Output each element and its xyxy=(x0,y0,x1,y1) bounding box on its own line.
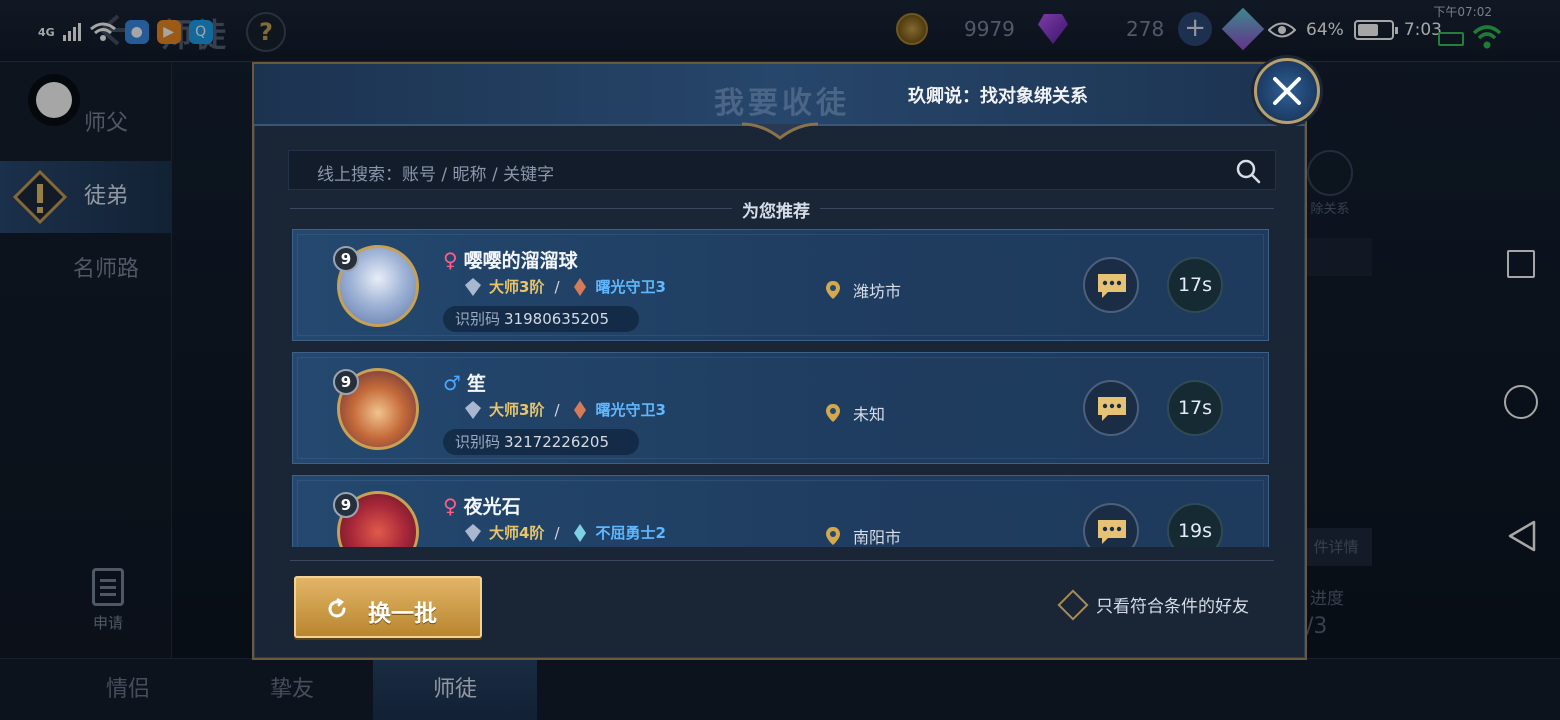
candidate-card[interactable]: 9 ♀ 夜光石 大师4阶 / 不屈勇士2 南阳市 19s xyxy=(292,475,1269,547)
refresh-icon xyxy=(328,598,346,618)
season-rank: 大师3阶 xyxy=(489,278,545,296)
id-number: 32172226205 xyxy=(504,433,609,451)
candidate-card[interactable]: 9 ♀ 嘤嘤的溜溜球 大师3阶 / 曙光守卫3 识别码 31980635205 潍… xyxy=(292,229,1269,341)
rank-badge-icon xyxy=(465,523,481,542)
search-bar[interactable]: 线上搜索：账号 / 昵称 / 关键字 xyxy=(288,150,1276,190)
player-name: 笙 xyxy=(466,373,486,395)
tier-badge-icon xyxy=(573,523,586,542)
recruit-apprentice-dialog: 我要收徒 玖卿说：找对象绑关系 线上搜索：账号 / 昵称 / 关键字 为您推荐 … xyxy=(252,58,1320,660)
header-ornament-icon xyxy=(742,122,818,140)
search-icon[interactable] xyxy=(1235,158,1261,184)
rank-separator: / xyxy=(554,277,560,296)
qualified-friends-filter[interactable]: 只看符合条件的好友 xyxy=(1057,588,1249,621)
recommend-heading: 为您推荐 xyxy=(732,197,820,222)
chat-button[interactable] xyxy=(1083,380,1139,436)
filter-label: 只看符合条件的好友 xyxy=(1096,597,1249,617)
male-icon: ♂ xyxy=(443,370,461,395)
level-badge: 9 xyxy=(333,246,359,272)
close-icon xyxy=(1273,77,1301,105)
location: 潍坊市 xyxy=(825,278,901,302)
filter-checkbox[interactable] xyxy=(1057,588,1089,621)
rank-row: 大师3阶 / 曙光守卫3 xyxy=(463,399,666,420)
rank-separator: / xyxy=(554,523,560,542)
rank-row: 大师4阶 / 不屈勇士2 xyxy=(463,522,666,543)
location-pin-icon xyxy=(826,281,840,299)
female-icon: ♀ xyxy=(443,493,458,518)
refresh-batch-button[interactable]: 换一批 xyxy=(294,576,482,638)
invite-timer[interactable]: 17s xyxy=(1167,380,1223,436)
peak-rank: 不屈勇士2 xyxy=(595,524,666,542)
season-rank: 大师4阶 xyxy=(489,524,545,542)
search-input[interactable]: 线上搜索：账号 / 昵称 / 关键字 xyxy=(317,160,554,185)
location-pin-icon xyxy=(826,404,840,422)
name-row: ♀ 嘤嘤的溜溜球 xyxy=(443,246,578,273)
refresh-batch-label: 换一批 xyxy=(368,601,437,627)
candidate-list[interactable]: 9 ♀ 嘤嘤的溜溜球 大师3阶 / 曙光守卫3 识别码 31980635205 潍… xyxy=(292,229,1272,547)
id-prefix: 识别码 xyxy=(455,310,501,328)
dialog-title: 我要收徒 xyxy=(714,86,850,121)
id-prefix: 识别码 xyxy=(455,433,501,451)
tier-badge-icon xyxy=(573,277,586,296)
name-row: ♀ 夜光石 xyxy=(443,492,521,519)
location-pin-icon xyxy=(826,527,840,545)
location: 南阳市 xyxy=(825,524,901,547)
chat-icon xyxy=(1098,274,1126,298)
rank-row: 大师3阶 / 曙光守卫3 xyxy=(463,276,666,297)
candidate-card[interactable]: 9 ♂ 笙 大师3阶 / 曙光守卫3 识别码 32172226205 未知 17s xyxy=(292,352,1269,464)
close-button[interactable] xyxy=(1254,58,1320,124)
divider xyxy=(290,560,1274,561)
id-code: 识别码 31980635205 xyxy=(443,306,639,332)
female-icon: ♀ xyxy=(443,247,458,272)
rank-separator: / xyxy=(554,400,560,419)
invite-timer[interactable]: 17s xyxy=(1167,257,1223,313)
level-badge: 9 xyxy=(333,492,359,518)
rank-badge-icon xyxy=(465,277,481,296)
season-rank: 大师3阶 xyxy=(489,401,545,419)
peak-rank: 曙光守卫3 xyxy=(595,401,666,419)
chat-button[interactable] xyxy=(1083,503,1139,547)
chat-button[interactable] xyxy=(1083,257,1139,313)
dialog-header: 我要收徒 玖卿说：找对象绑关系 xyxy=(254,64,1305,126)
rank-badge-icon xyxy=(465,400,481,419)
location-text: 潍坊市 xyxy=(853,282,902,301)
location-text: 未知 xyxy=(853,405,886,424)
peak-rank: 曙光守卫3 xyxy=(595,278,666,296)
player-name: 嘤嘤的溜溜球 xyxy=(463,250,578,272)
name-row: ♂ 笙 xyxy=(443,369,486,396)
id-number: 31980635205 xyxy=(504,310,609,328)
tier-badge-icon xyxy=(573,400,586,419)
location-text: 南阳市 xyxy=(853,528,902,547)
id-code: 识别码 32172226205 xyxy=(443,429,639,455)
player-name: 夜光石 xyxy=(463,496,521,518)
dialog-subtitle: 玖卿说：找对象绑关系 xyxy=(908,86,1088,107)
invite-timer[interactable]: 19s xyxy=(1167,503,1223,547)
chat-icon xyxy=(1098,397,1126,421)
level-badge: 9 xyxy=(333,369,359,395)
location: 未知 xyxy=(825,401,885,425)
chat-icon xyxy=(1098,520,1126,544)
